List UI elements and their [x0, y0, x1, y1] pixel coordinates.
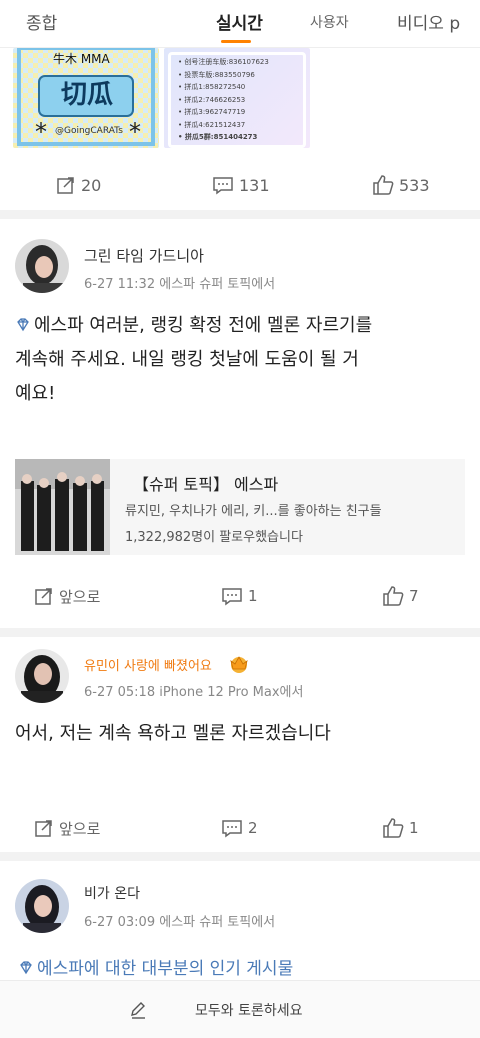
like-count: 533 [399, 175, 430, 195]
like-button[interactable]: 533 [372, 173, 430, 197]
discuss-label: 모두와 토론하세요 [195, 1003, 303, 1019]
post-meta: 6-27 05:18 iPhone 12 Pro Max에서 [84, 685, 304, 700]
post-card-2: 그린 타임 가드니아 6-27 11:32 에스파 슈퍼 토픽에서 에스파 여러… [0, 219, 480, 619]
active-tab-indicator [221, 40, 251, 43]
tab-users[interactable]: 사용자 [310, 12, 349, 32]
comment-icon [222, 820, 242, 838]
discuss-bar[interactable]: 모두와 토론하세요 [0, 980, 480, 1038]
repost-label: 앞으로 [59, 587, 101, 606]
post-meta: 6-27 03:09 에스파 슈퍼 토픽에서 [84, 915, 276, 930]
post2-action-bar: 앞으로 1 7 [0, 584, 480, 608]
post3-action-bar: 앞으로 2 1 [0, 816, 480, 840]
image1-main-text: 切瓜 [61, 80, 114, 110]
image2-text-list: • 创号注册车版:836107623 • 投票车版:883550796 • 拼瓜… [178, 56, 269, 144]
topic-thumbnail [15, 459, 110, 555]
avatar-image [15, 879, 69, 933]
image2-line: • 拼瓜2:746626253 [178, 95, 246, 104]
topic-thumbnail-image [15, 459, 110, 555]
repost-button[interactable]: 앞으로 [34, 816, 100, 840]
post-body-line: 에스파 여러분, 랭킹 확정 전에 멜론 자르기를 [15, 309, 465, 343]
topic-follower-count: 1,322,982명이 팔로우했습니다 [125, 530, 303, 545]
post-separator [0, 852, 480, 861]
repost-icon [35, 588, 52, 605]
diamond-icon [20, 961, 32, 975]
username[interactable]: 비가 온다 [84, 883, 140, 903]
image2-line: • 拼瓜4:621512437 [178, 120, 246, 129]
like-icon [373, 175, 394, 195]
comment-icon [213, 177, 233, 195]
repost-button[interactable]: 20 [56, 173, 101, 197]
topic-title: 【슈퍼 토픽】 에스파 [133, 475, 279, 494]
post-body[interactable]: 어서, 저는 계속 욕하고 멜론 자르겠습니다 [15, 717, 465, 751]
image2-line: • 创号注册车版:836107623 [178, 58, 269, 66]
like-count: 7 [409, 587, 419, 605]
post-body[interactable]: 에스파 여러분, 랭킹 확정 전에 멜론 자르기를 계속해 주세요. 내일 랭킹… [15, 309, 465, 411]
diamond-icon [17, 318, 29, 332]
hot-posts-link-text: 에스파에 대한 대부분의 인기 게시물 [37, 959, 294, 979]
post1-action-bar: 20 131 533 [0, 173, 480, 197]
repost-icon [35, 820, 52, 837]
repost-label: 앞으로 [59, 819, 101, 838]
avatar-image [15, 239, 69, 293]
comment-button[interactable]: 2 [221, 816, 258, 840]
avatar[interactable] [15, 879, 69, 933]
tab-all[interactable]: 종합 [26, 9, 57, 34]
svg-text:*: * [129, 118, 141, 146]
repost-count: 20 [81, 175, 102, 195]
image2-line: • 投票车版:883550796 [178, 70, 255, 79]
like-icon [383, 586, 404, 606]
image2-line: • 拼瓜5群:851404273 [178, 133, 258, 141]
super-topic-card[interactable]: 【슈퍼 토픽】 에스파 류지민, 우치나가 에리, 키...를 좋아하는 친구들… [15, 459, 465, 555]
post-image-1[interactable]: * * 牛木 MMA 切瓜 @GoingCARATs [13, 48, 159, 148]
image2-line: • 拼瓜3:962747719 [178, 108, 246, 116]
like-button[interactable]: 7 [382, 584, 419, 608]
comment-count: 1 [248, 587, 258, 605]
tab-realtime[interactable]: 실시간 [216, 9, 263, 34]
post-image-2[interactable]: • 创号注册车版:836107623 • 投票车版:883550796 • 拼瓜… [164, 48, 310, 148]
username[interactable]: 유민이 사랑에 빠졌어요 [84, 655, 212, 674]
image1-top-text: 牛木 MMA [53, 52, 110, 66]
post-separator [0, 210, 480, 219]
post-body-line: 예요! [15, 383, 56, 404]
hot-posts-link[interactable]: 에스파에 대한 대부분의 인기 게시물 [18, 954, 293, 979]
post-meta: 6-27 11:32 에스파 슈퍼 토픽에서 [84, 277, 276, 292]
comment-button[interactable]: 131 [212, 173, 270, 197]
tab-divider [0, 47, 480, 48]
avatar[interactable] [15, 239, 69, 293]
comment-button[interactable]: 1 [221, 584, 258, 608]
repost-button[interactable]: 앞으로 [34, 584, 100, 608]
post-separator [0, 628, 480, 637]
top-tab-bar: 종합 실시간 사용자 비디오 p [0, 0, 480, 48]
username[interactable]: 그린 타임 가드니아 [84, 245, 204, 266]
avatar[interactable] [15, 649, 69, 703]
image1-bottom-text: @GoingCARATs [55, 126, 123, 136]
like-button[interactable]: 1 [382, 816, 419, 840]
comment-count: 131 [239, 175, 270, 195]
post-body-line: 계속해 주세요. 내일 랭킹 첫날에 도움이 될 거 [15, 349, 359, 370]
comment-icon [222, 588, 242, 606]
topic-followers-desc: 류지민, 우치나가 에리, 키...를 좋아하는 친구들 [125, 504, 382, 519]
svg-text:*: * [35, 118, 47, 146]
like-icon [383, 818, 404, 838]
tab-video[interactable]: 비디오 p [397, 9, 460, 34]
repost-icon [57, 177, 74, 194]
like-count: 1 [409, 819, 419, 837]
avatar-image [15, 649, 69, 703]
image2-line: • 拼瓜1:858272540 [178, 83, 246, 91]
edit-pencil-icon [131, 1002, 145, 1019]
crown-badge-icon[interactable] [228, 653, 250, 675]
comment-count: 2 [248, 819, 258, 837]
